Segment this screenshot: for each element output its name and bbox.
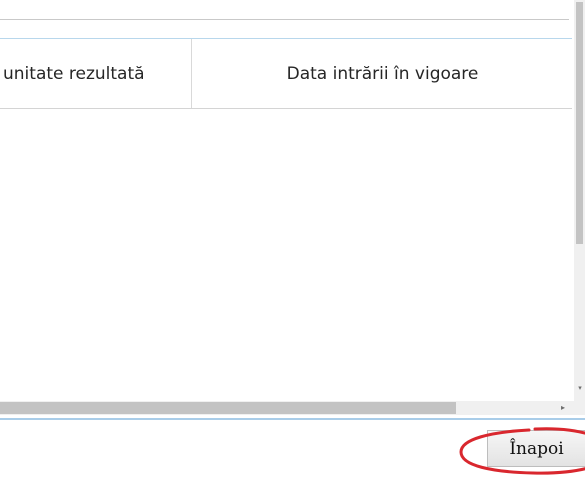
- scroll-down-arrow-icon[interactable]: ▾: [575, 383, 585, 393]
- top-divider: [0, 19, 569, 20]
- grid-header-row: unitate rezultată Data intrării în vigoa…: [0, 39, 572, 109]
- vertical-scroll-thumb[interactable]: [576, 2, 583, 244]
- back-button[interactable]: Înapoi: [487, 430, 585, 467]
- scroll-right-arrow-icon[interactable]: ▸: [557, 402, 569, 414]
- column-header-unitate-rezultata[interactable]: unitate rezultată: [0, 39, 192, 108]
- data-grid: unitate rezultată Data intrării în vigoa…: [0, 38, 572, 418]
- column-header-data-intrarii[interactable]: Data intrării în vigoare: [193, 39, 572, 108]
- footer-divider: [0, 418, 585, 420]
- horizontal-scroll-thumb[interactable]: [0, 402, 456, 414]
